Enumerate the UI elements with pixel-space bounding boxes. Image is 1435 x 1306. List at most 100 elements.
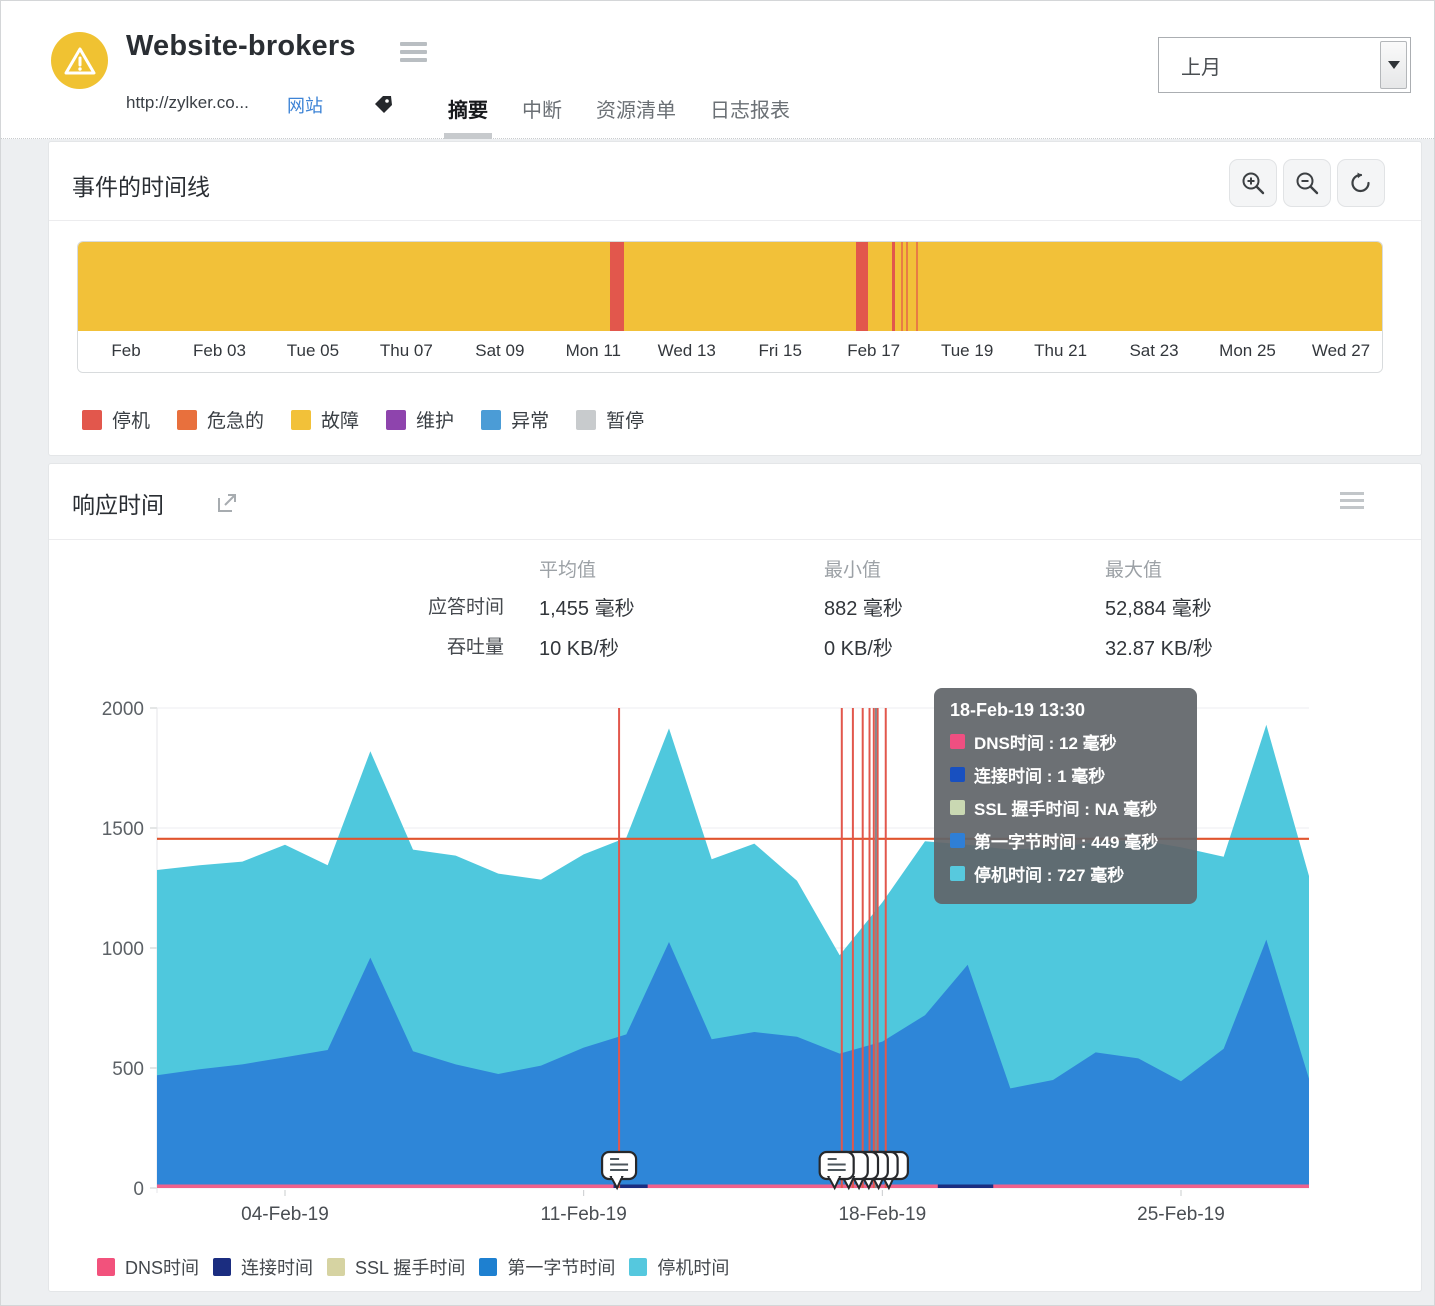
- page-title: Website-brokers: [126, 30, 356, 63]
- monitor-status-badge: [51, 32, 108, 89]
- legend-item[interactable]: 第一字节时间: [479, 1254, 615, 1280]
- timeline-axis-label: Wed 13: [658, 341, 716, 361]
- tab-2[interactable]: 中断: [522, 94, 562, 139]
- outage-stripe[interactable]: [906, 242, 908, 331]
- legend-swatch: [177, 410, 197, 430]
- legend-swatch: [479, 1258, 497, 1276]
- outage-stripe[interactable]: [916, 242, 918, 331]
- page: Website-brokers http://zylker.co... 网站 摘…: [0, 0, 1435, 1306]
- legend-swatch: [576, 410, 596, 430]
- hamburger-icon[interactable]: [400, 42, 427, 62]
- zoom-in-button[interactable]: [1229, 159, 1277, 207]
- legend-item: 维护: [386, 406, 454, 433]
- stat-col-header: 最大值: [1105, 555, 1162, 582]
- legend-item: 危急的: [177, 406, 264, 433]
- tooltip-swatch: [950, 833, 965, 848]
- timeline-axis-label: Sat 23: [1129, 341, 1178, 361]
- header: Website-brokers http://zylker.co... 网站 摘…: [1, 1, 1435, 139]
- timeline-axis-label: Thu 21: [1034, 341, 1087, 361]
- legend-item[interactable]: SSL 握手时间: [327, 1254, 465, 1280]
- legend-item[interactable]: 连接时间: [213, 1254, 313, 1280]
- stat-row-label: 应答时间: [374, 592, 504, 619]
- response-time-card: 响应时间 平均值最小值最大值应答时间1,455 毫秒882 毫秒52,884 毫…: [48, 463, 1422, 1292]
- site-type-link[interactable]: 网站: [287, 92, 323, 118]
- event-timeline-axis: FebFeb 03Tue 05Thu 07Sat 09Mon 11Wed 13F…: [78, 331, 1382, 372]
- timeline-axis-label: Tue 19: [941, 341, 993, 361]
- legend-swatch: [97, 1258, 115, 1276]
- legend-label: 第一字节时间: [507, 1254, 615, 1280]
- chart-menu-icon[interactable]: [1340, 492, 1364, 509]
- tooltip-text: 第一字节时间 : 449 毫秒: [974, 828, 1158, 853]
- response-card-title: 响应时间: [72, 486, 164, 520]
- outage-stripe[interactable]: [892, 242, 895, 331]
- outage-stripe[interactable]: [901, 242, 903, 331]
- legend-swatch: [213, 1258, 231, 1276]
- y-tick-label: 1500: [102, 819, 144, 840]
- timeline-axis-label: Sat 09: [475, 341, 524, 361]
- zoom-reset-icon: [1348, 170, 1374, 196]
- tab-1[interactable]: 摘要: [448, 94, 488, 139]
- stat-value: 52,884 毫秒: [1105, 592, 1212, 621]
- tooltip-text: 连接时间 : 1 毫秒: [974, 762, 1105, 787]
- timeline-axis-label: Mon 11: [566, 341, 621, 361]
- tooltip-swatch: [950, 800, 965, 815]
- legend-swatch: [481, 410, 501, 430]
- legend-swatch: [386, 410, 406, 430]
- tooltip-row: 第一字节时间 : 449 毫秒: [950, 828, 1181, 853]
- legend-item[interactable]: DNS时间: [97, 1254, 199, 1280]
- tooltip-swatch: [950, 866, 965, 881]
- tab-bar: 摘要中断资源清单日志报表: [448, 94, 790, 139]
- timeline-axis-label: Fri 15: [758, 341, 801, 361]
- monitor-url: http://zylker.co...: [126, 93, 249, 113]
- timeline-axis-label: Feb 17: [847, 341, 900, 361]
- tab-4[interactable]: 日志报表: [710, 94, 790, 139]
- area-dns-time: [157, 1185, 1309, 1189]
- period-select[interactable]: 上月: [1158, 37, 1411, 93]
- y-tick-label: 1000: [102, 939, 144, 960]
- event-timeline-bar[interactable]: [78, 242, 1382, 331]
- event-timeline-chart[interactable]: FebFeb 03Tue 05Thu 07Sat 09Mon 11Wed 13F…: [77, 241, 1383, 373]
- legend-swatch: [327, 1258, 345, 1276]
- timeline-card-title: 事件的时间线: [72, 168, 210, 202]
- period-select-value: 上月: [1181, 51, 1221, 80]
- legend-label: 停机时间: [657, 1254, 729, 1280]
- x-tick-label: 25-Feb-19: [1137, 1204, 1225, 1225]
- stat-value: 882 毫秒: [824, 592, 903, 621]
- legend-label: 异常: [511, 406, 549, 433]
- stat-value: 32.87 KB/秒: [1105, 632, 1213, 661]
- y-tick-label: 2000: [102, 699, 144, 720]
- legend-label: 危急的: [207, 406, 264, 433]
- outage-stripe[interactable]: [856, 242, 868, 331]
- legend-label: SSL 握手时间: [355, 1254, 465, 1280]
- legend-item: 故障: [291, 406, 359, 433]
- response-chart-legend: DNS时间连接时间 SSL 握手时间 第一字节时间 停机时间: [97, 1254, 743, 1280]
- tooltip-swatch: [950, 734, 965, 749]
- legend-label: 故障: [321, 406, 359, 433]
- zoom-out-icon: [1294, 170, 1320, 196]
- tooltip-row: 连接时间 : 1 毫秒: [950, 762, 1181, 787]
- tooltip-text: DNS时间 : 12 毫秒: [974, 729, 1117, 754]
- legend-label: 维护: [416, 406, 454, 433]
- zoom-reset-button[interactable]: [1337, 159, 1385, 207]
- zoom-in-icon: [1240, 170, 1266, 196]
- zoom-out-button[interactable]: [1283, 159, 1331, 207]
- outage-stripe[interactable]: [610, 242, 624, 331]
- x-tick-label: 11-Feb-19: [541, 1204, 627, 1225]
- tag-icon[interactable]: [372, 93, 394, 120]
- tooltip-text: SSL 握手时间 : NA 毫秒: [974, 795, 1157, 820]
- event-timeline-card: 事件的时间线 FebFeb 03Tue 05Th: [48, 141, 1422, 456]
- external-link-icon[interactable]: [216, 491, 239, 519]
- legend-item[interactable]: 停机时间: [629, 1254, 729, 1280]
- tooltip-row: DNS时间 : 12 毫秒: [950, 729, 1181, 754]
- tooltip-swatch: [950, 767, 965, 782]
- legend-label: 停机: [112, 406, 150, 433]
- warning-triangle-icon: [63, 45, 97, 77]
- timeline-axis-label: Feb: [111, 341, 140, 361]
- legend-label: 暂停: [606, 406, 644, 433]
- event-timeline-legend: 停机 危急的 故障 维护 异常 暂停: [82, 406, 671, 433]
- legend-item: 停机: [82, 406, 150, 433]
- timeline-axis-label: Feb 03: [193, 341, 246, 361]
- chart-tooltip: 18-Feb-19 13:30 DNS时间 : 12 毫秒连接时间 : 1 毫秒…: [934, 688, 1197, 904]
- chevron-down-icon[interactable]: [1380, 41, 1407, 89]
- tab-3[interactable]: 资源清单: [596, 94, 676, 139]
